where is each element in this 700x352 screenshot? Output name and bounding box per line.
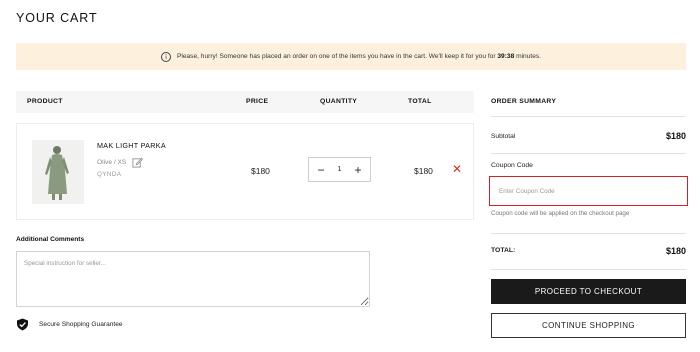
page-title: YOUR CART (16, 11, 98, 25)
summary-divider (491, 269, 686, 270)
qty-increase-button[interactable]: + (352, 164, 364, 176)
coupon-hint: Coupon code will be applied on the check… (491, 210, 630, 217)
notice-text-before: Please, hurry! Someone has placed an ord… (176, 53, 498, 60)
summary-divider (491, 116, 686, 117)
header-product: PRODUCT (27, 98, 63, 105)
product-variant-text: Olive / XS (97, 159, 127, 166)
total-label: TOTAL: (491, 247, 516, 254)
header-total: TOTAL (408, 98, 432, 105)
summary-title: ORDER SUMMARY (491, 98, 557, 105)
coupon-label: Coupon Code (491, 162, 533, 169)
product-image[interactable] (32, 140, 84, 204)
item-price: $180 (251, 166, 270, 176)
item-total: $180 (414, 166, 433, 176)
qty-value[interactable]: 1 (338, 166, 342, 173)
edit-icon[interactable] (132, 157, 144, 168)
hold-notice-banner: i Please, hurry! Someone has placed an o… (16, 43, 686, 70)
product-name[interactable]: MAK LIGHT PARKA (97, 141, 166, 150)
summary-divider (491, 153, 686, 154)
secure-guarantee: Secure Shopping Guarantee (16, 318, 123, 331)
total-value: $180 (665, 246, 686, 256)
cart-table-header: PRODUCT PRICE QUANTITY TOTAL (16, 91, 474, 113)
product-brand: QYNDA (97, 171, 122, 178)
header-price: PRICE (246, 98, 269, 105)
coupon-input[interactable] (489, 176, 688, 206)
header-quantity: QUANTITY (320, 98, 358, 105)
proceed-to-checkout-button[interactable]: PROCEED TO CHECKOUT (491, 279, 686, 304)
notice-text-after: minutes. (514, 53, 542, 60)
shield-check-icon (17, 318, 28, 331)
comments-label: Additional Comments (16, 236, 85, 243)
remove-item-icon[interactable]: ✕ (452, 162, 462, 176)
notice-text: Please, hurry! Someone has placed an ord… (177, 53, 541, 60)
cart-item-row: MAK LIGHT PARKA Olive / XS QYNDA $180 − … (16, 123, 474, 220)
comments-textarea[interactable] (16, 251, 370, 307)
subtotal-value: $180 (665, 131, 686, 141)
subtotal-label: Subtotal (491, 133, 516, 140)
quantity-stepper: − 1 + (308, 157, 371, 182)
summary-divider (491, 233, 686, 234)
info-circle-icon: i (160, 51, 171, 62)
notice-timer: 39:38 (497, 53, 515, 60)
secure-text: Secure Shopping Guarantee (39, 321, 123, 328)
continue-shopping-button[interactable]: CONTINUE SHOPPING (491, 313, 686, 338)
qty-decrease-button[interactable]: − (315, 164, 327, 176)
product-variant: Olive / XS (97, 157, 144, 168)
